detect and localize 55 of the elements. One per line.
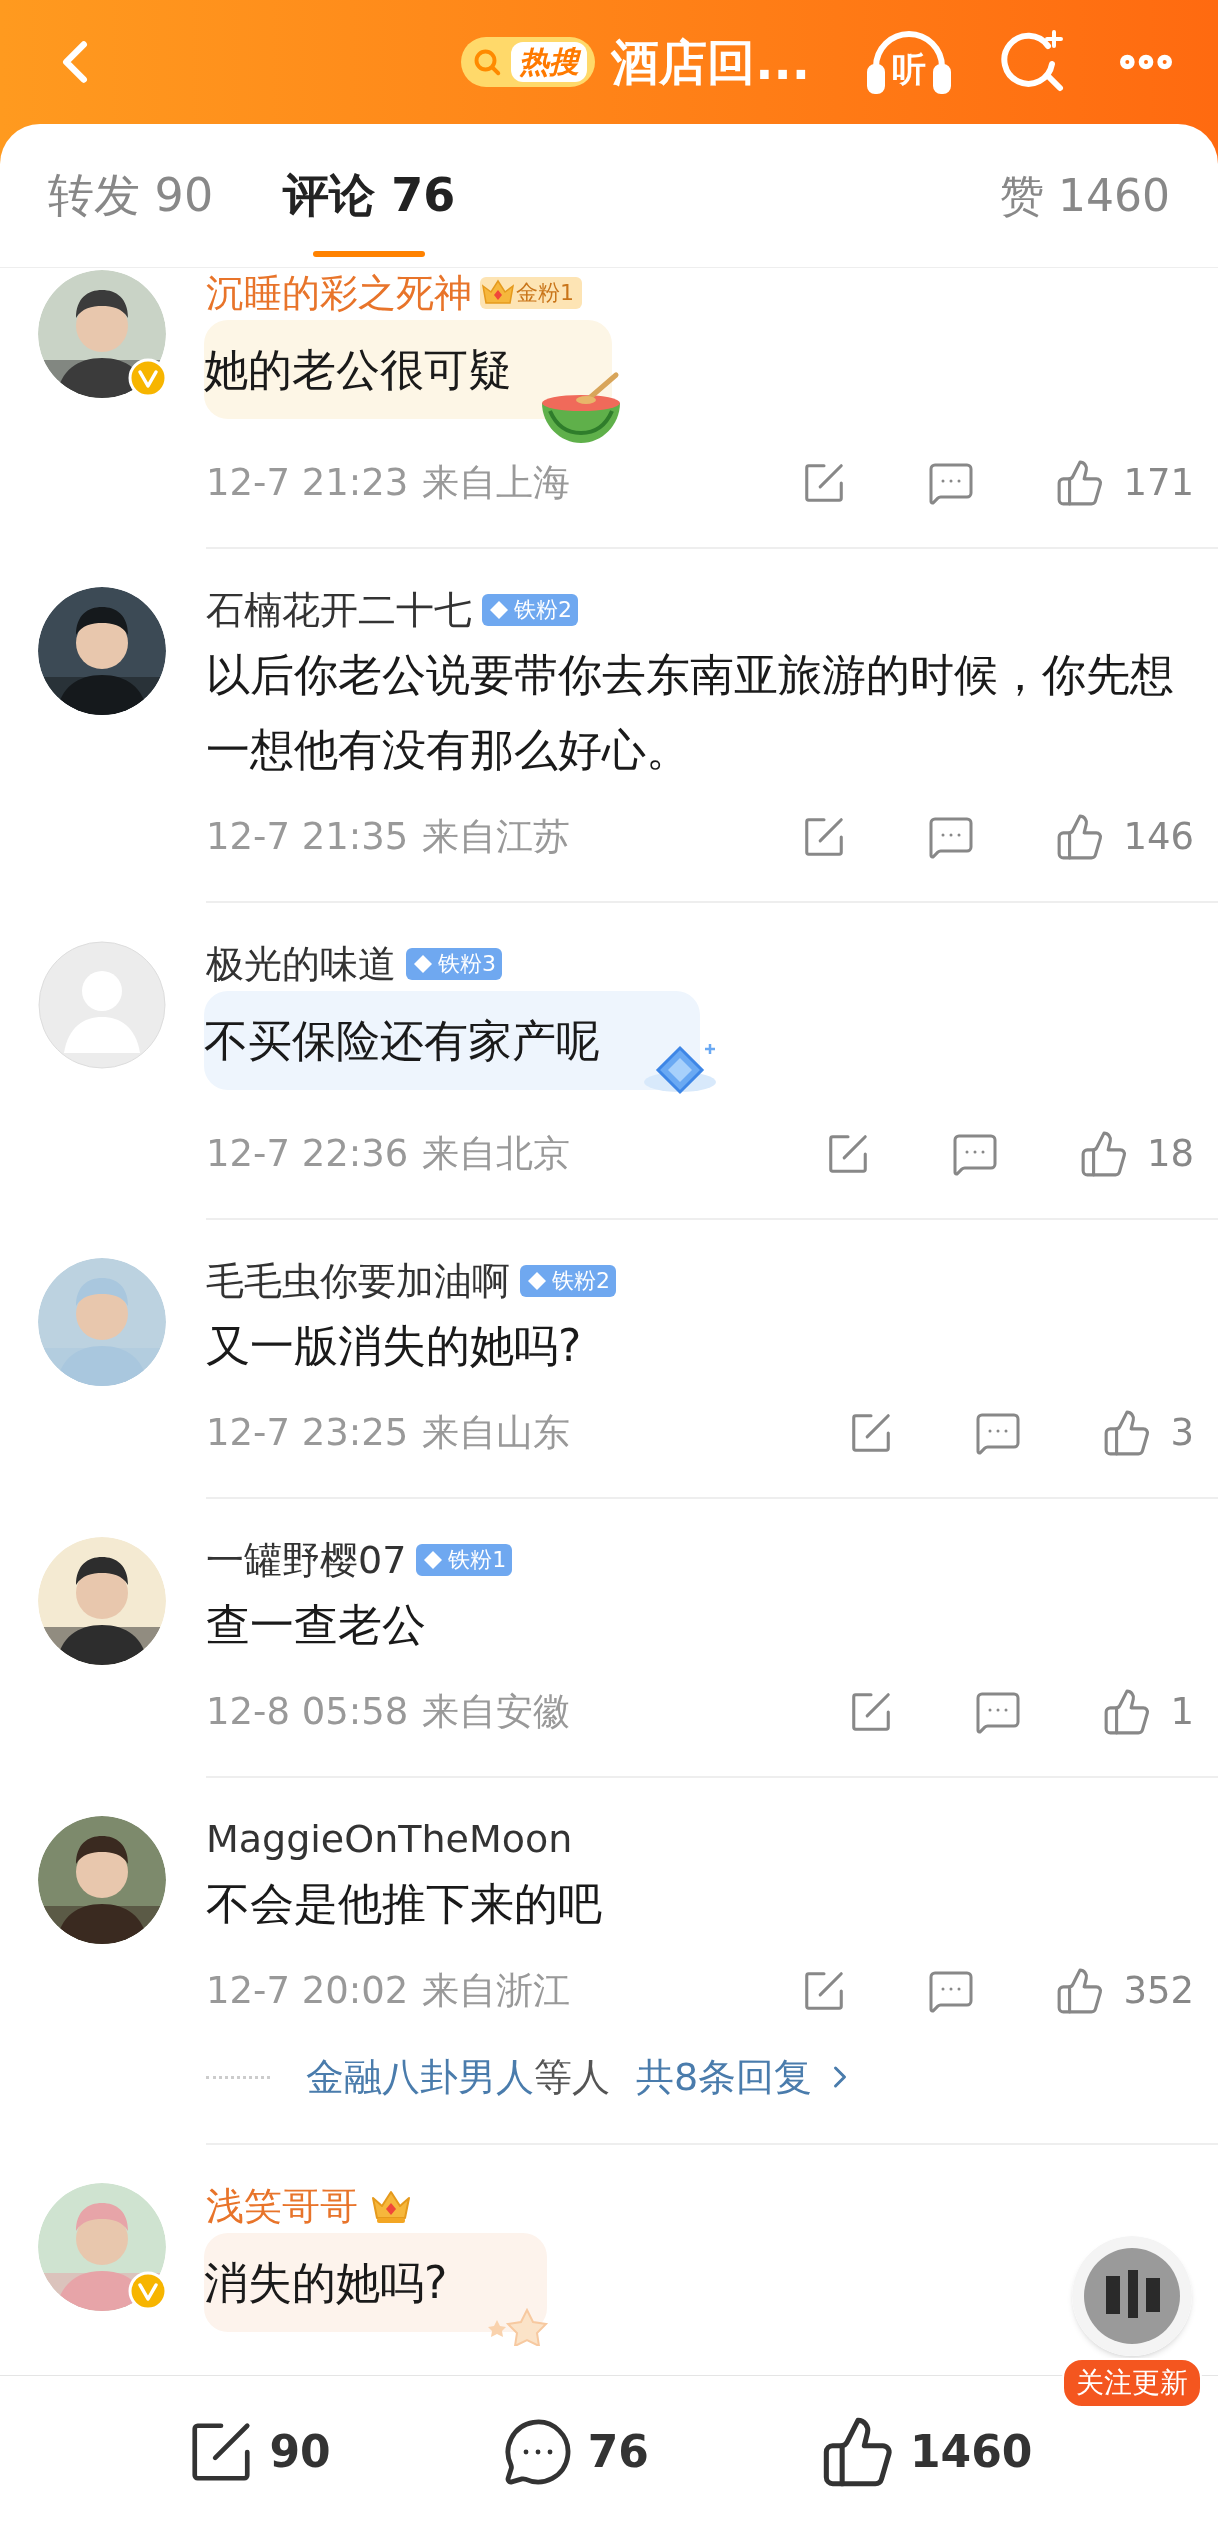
like-count: 352 <box>1123 1968 1194 2015</box>
badge-label: 铁粉3 <box>438 953 496 975</box>
diamond-icon <box>488 599 510 621</box>
action-count: 90 <box>269 2424 331 2479</box>
action-count: 1460 <box>910 2424 1033 2479</box>
badge-label: 金粉1 <box>516 282 574 304</box>
likes-tab[interactable]: 赞 1460 <box>1000 162 1170 229</box>
tab[interactable]: 评论 76 <box>283 124 456 267</box>
username[interactable]: 石楠花开二十七 <box>206 591 472 629</box>
like-count: 1 <box>1170 1689 1194 1736</box>
dots-icon <box>206 2075 270 2079</box>
comment-location: 来自安徽 <box>422 1689 571 1736</box>
hot-search-pill[interactable]: 热搜 <box>461 37 596 87</box>
action-count: 76 <box>587 2424 649 2479</box>
like-count: 146 <box>1123 814 1194 861</box>
comment-location: 来自山东 <box>422 1410 571 1457</box>
username[interactable]: 沉睡的彩之死神 <box>206 274 472 312</box>
like-count: 3 <box>1170 1410 1194 1457</box>
comment-location: 来自浙江 <box>422 1968 571 2015</box>
comment-time: 12-7 23:25 <box>206 1410 409 1457</box>
username[interactable]: 毛毛虫你要加油啊 <box>206 1262 510 1300</box>
comment-text: 查一查老公 <box>206 1598 427 1652</box>
comment-time: 12-7 20:02 <box>206 1968 409 2015</box>
comment-text: 不会是他推下来的吧 <box>206 1877 603 1931</box>
listen-button[interactable]: 听 <box>864 27 954 97</box>
comment-time: 12-7 22:36 <box>206 1131 409 1178</box>
diamond-icon <box>526 1270 548 1292</box>
badge-label: 铁粉2 <box>552 1270 610 1292</box>
tab[interactable]: 转发 90 <box>48 124 214 267</box>
username[interactable]: 极光的味道 <box>206 945 396 983</box>
reply-count-link[interactable]: 共8条回复 <box>636 2048 813 2106</box>
comment-text: 以后你老公说要带你去东南亚旅游的时候，你先想一想他有没有那么好心。 <box>206 648 1175 777</box>
comment-text: 不买保险还有家产呢 <box>204 1014 601 1068</box>
diamond-icon <box>422 1549 445 1571</box>
comment-text: 她的老公很可疑 <box>204 343 513 397</box>
username[interactable]: 浅笑哥哥 <box>206 2187 358 2225</box>
badge-label: 铁粉2 <box>514 599 572 621</box>
username[interactable]: MaggieOnTheMoon <box>206 1820 573 1858</box>
reply-suffix: 等人 <box>534 2053 610 2101</box>
reply-authors[interactable]: 金融八卦男人 <box>306 2048 534 2106</box>
page-title: 酒店回... <box>611 33 810 92</box>
comment-time: 12-8 05:58 <box>206 1689 409 1736</box>
comment-location: 来自上海 <box>422 460 571 507</box>
comment-location: 来自江苏 <box>422 814 571 861</box>
badge-label: 铁粉1 <box>448 1549 507 1571</box>
comment-location: 来自北京 <box>422 1131 571 1178</box>
comment-time: 12-7 21:23 <box>206 460 409 507</box>
follow-badge[interactable]: 关注更新 <box>1062 2358 1202 2408</box>
username[interactable]: 一罐野樱07 <box>206 1541 407 1579</box>
comment-time: 12-7 21:35 <box>206 814 409 861</box>
comment-text: 又一版消失的她吗? <box>206 1319 583 1373</box>
like-count: 18 <box>1146 1131 1194 1178</box>
like-count: 171 <box>1123 460 1194 507</box>
diamond-icon <box>412 953 434 975</box>
comment-text: 消失的她吗? <box>204 2256 449 2310</box>
